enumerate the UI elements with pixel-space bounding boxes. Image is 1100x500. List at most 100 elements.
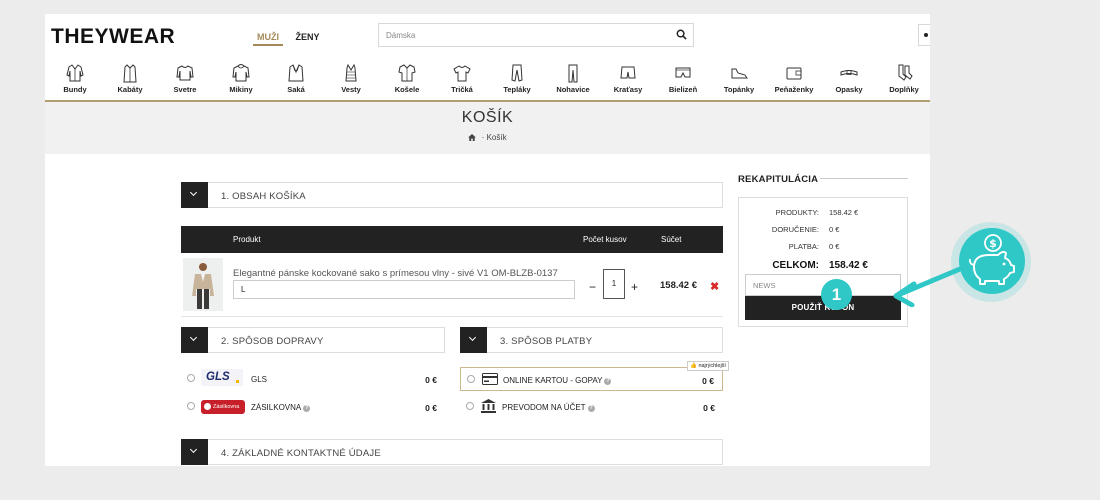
product-image[interactable] <box>183 258 223 311</box>
shipping-name: ZÁSILKOVNA? <box>251 403 311 412</box>
summary-value: 0 € <box>829 225 840 234</box>
category-label: Bundy <box>63 85 87 94</box>
quantity-decrease-button[interactable]: − <box>589 280 596 294</box>
summary-value: 158.42 € <box>829 208 859 217</box>
category-svetre[interactable]: Svetre <box>157 62 213 94</box>
category-bundy[interactable]: Bundy <box>47 62 103 94</box>
category-penazenky[interactable]: Peňaženky <box>766 62 822 94</box>
bank-icon <box>481 399 496 413</box>
payment-name: ONLINE KARTOU - GOPAY? <box>503 376 612 385</box>
summary-label: PRODUKTY: <box>775 208 819 217</box>
category-topanky[interactable]: Topánky <box>711 62 767 94</box>
tab-women[interactable]: ŽENY <box>296 32 320 42</box>
step-shipping[interactable]: 2. SPÔSOB DOPRAVY <box>181 327 445 353</box>
category-opasky[interactable]: Opasky <box>821 62 877 94</box>
info-icon[interactable]: ? <box>587 405 595 412</box>
shipping-option-gls[interactable]: GLS GLS 0 € <box>181 367 445 391</box>
payment-option-card[interactable]: ONLINE KARTOU - GOPAY? 0 € <box>460 367 723 391</box>
shipping-option-zasilkovna[interactable]: Zásilkovna ZÁSILKOVNA? 0 € <box>181 395 445 419</box>
category-mikiny[interactable]: Mikiny <box>213 62 269 94</box>
step-payment[interactable]: 3. SPÔSOB PLATBY <box>460 327 723 353</box>
col-total: Súčet <box>661 235 682 244</box>
category-label: Svetre <box>173 85 197 94</box>
category-bielizen[interactable]: Bielizeň <box>655 62 711 94</box>
page-title: KOŠÍK <box>461 109 514 126</box>
cart-button[interactable] <box>918 24 930 46</box>
category-label: Peňaženky <box>774 85 814 94</box>
fastest-badge: 👍 najrýchlejší <box>687 361 729 371</box>
search-box <box>378 23 694 47</box>
category-label: Doplňky <box>889 85 919 94</box>
svg-text:$: $ <box>989 237 997 250</box>
summary-divider <box>820 178 908 179</box>
tab-men[interactable]: MUŽI <box>253 32 283 46</box>
summary-value: 0 € <box>829 242 840 251</box>
category-kabaty[interactable]: Kabáty <box>102 62 158 94</box>
chevron-down-icon[interactable] <box>181 182 208 208</box>
shirt-icon <box>398 64 416 82</box>
gender-tabs: MUŽI ŽENY <box>253 32 330 46</box>
remove-item-icon[interactable]: ✖ <box>710 280 719 293</box>
radio-button[interactable] <box>187 374 195 382</box>
category-label: Kabáty <box>117 85 143 94</box>
tshirt-icon <box>453 65 471 82</box>
category-saka[interactable]: Saká <box>268 62 324 94</box>
search-input[interactable] <box>379 24 668 46</box>
product-name[interactable]: Elegantné pánske kockované sako s prímes… <box>233 268 558 279</box>
size-select[interactable]: L <box>233 280 575 299</box>
home-icon[interactable] <box>468 134 477 141</box>
shipping-price: 0 € <box>425 375 437 385</box>
radio-button[interactable] <box>187 402 195 410</box>
quantity-input[interactable]: 1 <box>603 269 625 299</box>
step-title: 2. SPÔSOB DOPRAVY <box>221 336 324 347</box>
radio-button[interactable] <box>467 375 475 383</box>
payment-price: 0 € <box>702 376 714 386</box>
step-number-badge: 1 <box>821 279 852 310</box>
chevron-down-icon[interactable] <box>181 439 208 465</box>
quantity-increase-button[interactable]: + <box>631 280 638 294</box>
info-icon[interactable]: ? <box>604 378 612 385</box>
sweatpants-icon <box>511 64 523 82</box>
search-icon[interactable] <box>676 29 687 40</box>
piggy-bank-icon: $ <box>959 228 1025 294</box>
logo[interactable]: THEYWEAR <box>51 25 175 49</box>
step-title: 1. OBSAH KOŠÍKA <box>221 191 306 202</box>
step-contact[interactable]: 4. ZÁKLADNÉ KONTAKTNÉ ÚDAJE <box>181 439 723 465</box>
info-icon[interactable]: ? <box>303 405 311 412</box>
summary-title: REKAPITULÁCIA <box>738 174 819 185</box>
category-bar: Bundy Kabáty Svetre Mikiny Saká Vesty Ko… <box>45 62 930 102</box>
step-cart-content[interactable]: 1. OBSAH KOŠÍKA <box>181 182 723 208</box>
chevron-down-icon[interactable] <box>181 327 208 353</box>
category-label: Vesty <box>341 85 361 94</box>
vest-icon <box>345 63 357 82</box>
chevron-down-icon[interactable] <box>460 327 487 353</box>
category-tricka[interactable]: Tričká <box>434 62 490 94</box>
category-nohavice[interactable]: Nohavice <box>545 62 601 94</box>
category-doplnky[interactable]: Doplňky <box>876 62 930 94</box>
page: THEYWEAR MUŽI ŽENY Bundy Kabáty Svetre M… <box>45 14 930 466</box>
payment-name-text: ONLINE KARTOU - GOPAY <box>503 376 603 385</box>
category-label: Mikiny <box>229 85 253 94</box>
category-kratasy[interactable]: Kraťasy <box>600 62 656 94</box>
summary-label: DORUČENIE: <box>771 225 819 234</box>
fastest-badge-text: najrýchlejší <box>698 363 726 369</box>
category-kosele[interactable]: Košele <box>379 62 435 94</box>
payment-option-transfer[interactable]: PREVODOM NA ÚČET? 0 € <box>460 395 723 419</box>
category-teplaky[interactable]: Tepláky <box>489 62 545 94</box>
payment-name-text: PREVODOM NA ÚČET <box>502 403 586 412</box>
radio-button[interactable] <box>466 402 474 410</box>
summary-total-value: 158.42 € <box>829 260 868 271</box>
blazer-icon <box>288 64 304 82</box>
payment-name: PREVODOM NA ÚČET? <box>502 403 595 412</box>
wallet-icon <box>786 67 802 80</box>
socks-icon <box>898 64 913 81</box>
belt-icon <box>840 70 858 76</box>
category-vesty[interactable]: Vesty <box>323 62 379 94</box>
underwear-icon <box>675 67 691 78</box>
shipping-name-text: ZÁSILKOVNA <box>251 403 302 412</box>
zasilkovna-logo: Zásilkovna <box>201 400 245 414</box>
summary-total-label: CELKOM: <box>772 260 819 271</box>
gls-logo: GLS <box>201 369 243 386</box>
payment-price: 0 € <box>703 403 715 413</box>
step-title: 4. ZÁKLADNÉ KONTAKTNÉ ÚDAJE <box>221 448 381 459</box>
